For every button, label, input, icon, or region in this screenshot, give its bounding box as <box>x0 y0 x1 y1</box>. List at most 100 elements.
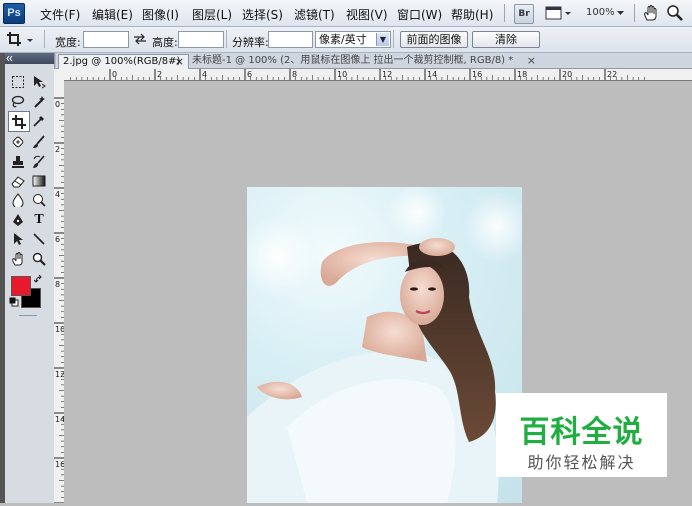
clone-stamp-icon <box>12 155 24 168</box>
clone-stamp-tool[interactable] <box>9 153 27 170</box>
ruler-tick-label: 2 <box>157 70 162 79</box>
ruler-tick-label: 22 <box>607 70 617 79</box>
tab-label: 未标题-1 @ 100% (2、用鼠标在图像上 拉出一个裁剪控制框, RGB/8… <box>192 55 514 66</box>
hand-icon[interactable] <box>642 4 660 22</box>
ruler-tick-label: 8 <box>292 70 297 79</box>
crop-tool-preset-icon[interactable] <box>6 31 36 49</box>
menu-help[interactable]: 帮助(H) <box>451 6 493 23</box>
blur-tool[interactable] <box>9 191 27 208</box>
zoom-level[interactable]: 100% <box>586 7 615 18</box>
ruler-tick-label: 20 <box>562 70 572 79</box>
ruler-tick-label: 14 <box>427 70 437 79</box>
menu-edit[interactable]: 编辑(E) <box>92 6 133 23</box>
pen-icon <box>13 213 23 226</box>
watermark-badge: 百科全说 助你轻松解决 <box>496 393 667 477</box>
gradient-tool[interactable] <box>30 172 48 189</box>
eyedropper-icon <box>33 115 44 127</box>
ruler-tick-label: 16 <box>472 70 482 79</box>
toolbox-divider <box>19 315 37 316</box>
dodge-tool[interactable] <box>30 191 48 208</box>
collapse-icon <box>6 55 13 62</box>
default-colors-icon[interactable] <box>9 297 19 307</box>
history-brush-tool[interactable] <box>30 153 48 170</box>
ruler-tick-label: 16 <box>55 460 64 469</box>
ruler-tick-label: 14 <box>55 415 64 424</box>
type-tool[interactable]: T <box>30 211 48 228</box>
dodge-icon <box>33 193 46 207</box>
magic-wand-tool[interactable] <box>30 93 48 110</box>
width-label: 宽度: <box>55 36 81 49</box>
height-field[interactable] <box>178 31 224 48</box>
menu-view[interactable]: 视图(V) <box>346 6 388 23</box>
bridge-button[interactable]: Br <box>514 4 534 24</box>
document-tabs: 2.jpg @ 100%(RGB/8#) × 未标题-1 @ 100% (2、用… <box>56 53 692 69</box>
move-tool[interactable] <box>30 73 48 90</box>
screen-mode-icon <box>545 6 571 20</box>
zoom-icon <box>32 252 46 266</box>
ruler-tick-label: 0 <box>55 100 60 109</box>
resolution-unit-value: 像素/英寸 <box>319 33 367 46</box>
toolbox: T <box>5 53 55 503</box>
tab-2-jpg[interactable]: 2.jpg @ 100%(RGB/8#) × <box>58 54 189 69</box>
tab-untitled-1[interactable]: 未标题-1 @ 100% (2、用鼠标在图像上 拉出一个裁剪控制框, RGB/8… <box>188 54 540 68</box>
watermark-title: 百科全说 <box>519 415 644 450</box>
eyedropper-tool[interactable] <box>30 112 48 129</box>
menu-select[interactable]: 选择(S) <box>242 6 283 23</box>
line-icon <box>33 232 45 245</box>
front-image-button[interactable]: 前面的图像 <box>400 31 468 48</box>
horizontal-ruler[interactable]: 0 2 4 6 8 10 12 14 16 18 20 22 <box>63 69 692 81</box>
zoom-tool[interactable] <box>30 250 48 267</box>
menu-filter[interactable]: 滤镜(T) <box>294 6 335 23</box>
crop-tool[interactable] <box>8 111 30 132</box>
healing-brush-tool[interactable] <box>9 133 27 150</box>
line-tool[interactable] <box>30 230 48 247</box>
menu-image[interactable]: 图像(I) <box>142 6 179 23</box>
ruler-tick-label: 2 <box>55 145 60 154</box>
foreground-color-swatch[interactable] <box>11 276 31 296</box>
ruler-tick-label: 12 <box>382 70 392 79</box>
menu-layer[interactable]: 图层(L) <box>192 6 232 23</box>
marquee-icon <box>12 75 24 88</box>
swap-colors-icon[interactable] <box>34 275 44 285</box>
ruler-tick-label: 8 <box>55 280 60 289</box>
path-selection-tool[interactable] <box>9 230 27 247</box>
clear-button[interactable]: 清除 <box>472 31 540 48</box>
pen-tool[interactable] <box>9 211 27 228</box>
eraser-icon <box>11 175 25 187</box>
magic-wand-icon <box>34 95 45 108</box>
swap-icon[interactable] <box>133 33 147 45</box>
brush-tool[interactable] <box>30 133 48 150</box>
menu-divider <box>504 4 505 22</box>
chevron-down-icon: ▼ <box>376 33 389 46</box>
zoom-icon[interactable] <box>666 4 684 22</box>
photoshop-logo: Ps <box>3 3 25 24</box>
width-field[interactable] <box>83 31 129 48</box>
resolution-field[interactable] <box>268 31 313 48</box>
hand-icon <box>12 251 23 265</box>
resolution-unit-select[interactable]: 像素/英寸 ▼ <box>315 31 391 48</box>
hand-tool[interactable] <box>9 250 27 267</box>
document-image[interactable] <box>247 187 522 503</box>
portrait-photo <box>247 187 522 503</box>
gradient-icon <box>32 175 46 186</box>
ruler-tick-label: 10 <box>337 70 347 79</box>
screen-mode-button[interactable] <box>544 4 572 22</box>
menu-window[interactable]: 窗口(W) <box>397 6 442 23</box>
chevron-down-icon[interactable] <box>616 9 625 17</box>
toolbox-header[interactable] <box>5 53 54 64</box>
close-icon[interactable]: × <box>527 54 536 68</box>
menu-file[interactable]: 文件(F) <box>40 6 80 23</box>
lasso-tool[interactable] <box>9 93 27 110</box>
options-divider <box>226 30 227 48</box>
close-icon[interactable]: × <box>175 55 184 69</box>
ruler-tick-label: 10 <box>55 325 64 334</box>
marquee-tool[interactable] <box>9 73 27 90</box>
healing-brush-icon <box>12 136 24 147</box>
options-bar: 宽度: 高度: 分辨率: 像素/英寸 ▼ 前面的图像 清除 <box>0 27 692 53</box>
crop-icon <box>12 114 26 129</box>
watermark-subtitle: 助你轻松解决 <box>527 453 636 472</box>
ruler-tick-label: 6 <box>55 235 60 244</box>
vertical-ruler-ticks: 024681012141618 <box>54 97 65 506</box>
blur-icon <box>12 192 24 207</box>
eraser-tool[interactable] <box>9 172 27 189</box>
